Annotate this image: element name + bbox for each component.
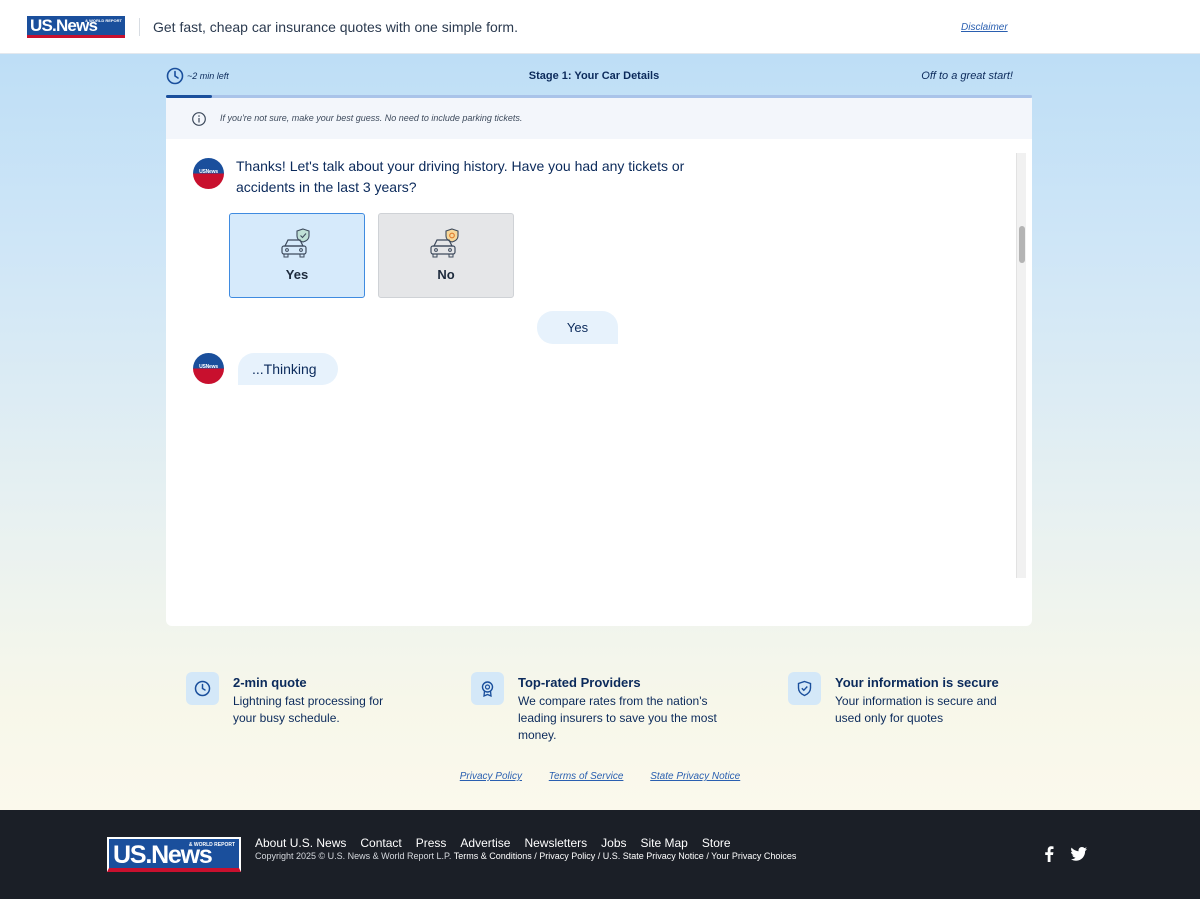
progress-header: ~2 min left Stage 1: Your Car Details Of… [166,66,1032,86]
hint-text: If you're not sure, make your best guess… [220,113,523,123]
feature-title: 2-min quote [233,675,307,690]
footer-link-advertise[interactable]: Advertise [460,836,510,850]
footer-link-jobs[interactable]: Jobs [601,836,626,850]
footer-link-site-map[interactable]: Site Map [641,836,688,850]
bot-avatar: USNews [193,353,224,384]
option-no-button[interactable]: No [378,213,514,298]
legal-links: Privacy Policy Terms of Service State Pr… [0,771,1200,782]
footer-link-press[interactable]: Press [416,836,447,850]
avatar-logo-text: USNews [199,169,218,175]
bot-avatar: USNews [193,158,224,189]
state-privacy-notice-link[interactable]: State Privacy Notice [650,771,740,782]
option-no-label: No [437,267,455,282]
car-shield-icon [281,228,310,258]
bot-message: Thanks! Let's talk about your driving hi… [236,158,685,195]
footer-nav: About U.S. News Contact Press Advertise News… [255,836,731,850]
info-icon [192,112,206,126]
footer-link-newsletters[interactable]: Newsletters [524,836,587,850]
logo-subtext: & WORLD REPORT [85,18,122,23]
bot-thinking-bubble: ...Thinking [238,353,338,385]
site-footer: US.News & WORLD REPORT About U.S. News Co… [0,810,1200,899]
clock-icon [186,672,219,705]
facebook-icon[interactable] [1043,846,1055,862]
award-icon [471,672,504,705]
progress-encouragement: Off to a great start! [921,70,1013,82]
top-header: US.News & WORLD REPORT Get fast, cheap c… [0,0,1200,54]
hint-bar: If you're not sure, make your best guess… [166,98,1032,139]
scrollbar-thumb[interactable] [1019,226,1025,263]
copyright-line: Copyright 2025 © U.S. News & World Repor… [255,851,796,861]
feature-description: Your information is secure and used only… [835,694,997,725]
stage-title: Stage 1: Your Car Details [528,70,660,82]
user-reply-bubble: Yes [537,311,618,344]
footer-usnews-logo[interactable]: US.News & WORLD REPORT [107,837,241,872]
feature-title: Top-rated Providers [518,675,641,690]
copyright-text: Copyright 2025 © U.S. News & World Repor… [255,851,452,861]
privacy-policy-link[interactable]: Privacy Policy [460,771,522,782]
feature-description: Lightning fast processing for your busy … [233,694,384,725]
usnews-logo[interactable]: US.News & WORLD REPORT [27,16,125,38]
page-tagline: Get fast, cheap car insurance quotes wit… [153,19,518,35]
feature-description: We compare rates from the nation's leadi… [518,694,717,742]
terms-of-service-link[interactable]: Terms of Service [549,771,624,782]
option-yes-label: Yes [285,267,309,282]
footer-link-store[interactable]: Store [702,836,731,850]
chat-card: If you're not sure, make your best guess… [166,98,1032,626]
car-shield-icon [430,228,459,258]
feature-title: Your information is secure [835,675,999,690]
chat-scrollbar[interactable] [1016,153,1026,578]
footer-link-contact[interactable]: Contact [360,836,401,850]
footer-link-about[interactable]: About U.S. News [255,836,346,850]
logo-subtext: & WORLD REPORT [188,842,235,848]
disclaimer-link[interactable]: Disclaimer [961,22,1008,33]
twitter-icon[interactable] [1071,847,1087,861]
shield-check-icon [788,672,821,705]
header-divider [139,18,140,36]
avatar-logo-text: USNews [199,364,218,370]
option-yes-button[interactable]: Yes [229,213,365,298]
footer-policy-links[interactable]: Terms & Conditions / Privacy Policy / U.… [454,851,797,861]
